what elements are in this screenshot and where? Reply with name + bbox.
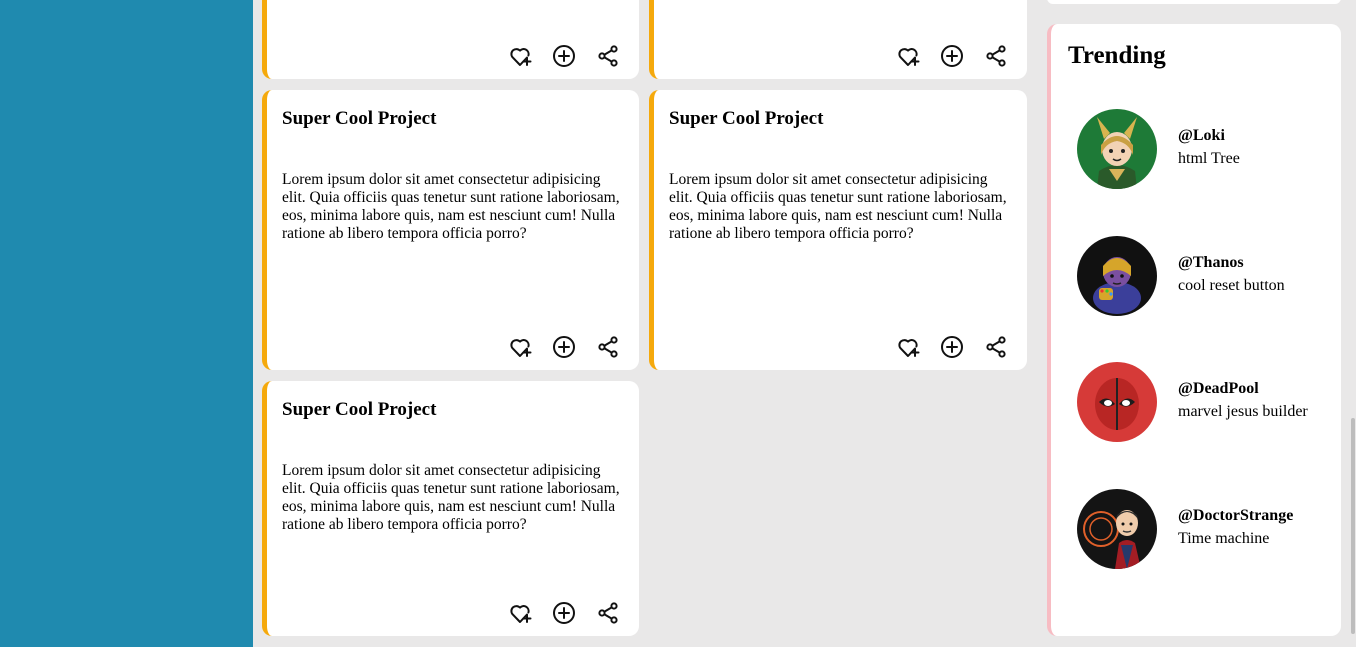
thanos-avatar-icon xyxy=(1077,236,1157,316)
card-actions xyxy=(896,335,1008,359)
like-button[interactable] xyxy=(508,335,532,359)
heart-plus-icon xyxy=(898,339,920,357)
card-description: Lorem ipsum dolor sit amet consectetur a… xyxy=(282,462,620,533)
share-button[interactable] xyxy=(596,44,620,68)
trending-title: Trending xyxy=(1068,42,1166,69)
avatar xyxy=(1077,109,1157,189)
add-circle-icon xyxy=(553,336,575,358)
share-button[interactable] xyxy=(984,335,1008,359)
avatar xyxy=(1077,489,1157,569)
heart-plus-icon xyxy=(510,605,532,623)
trending-handle: @Loki xyxy=(1178,127,1225,144)
share-icon xyxy=(986,336,1006,358)
share-icon xyxy=(598,45,618,67)
sidebar xyxy=(0,0,253,647)
trending-project: Time machine xyxy=(1178,530,1270,547)
share-icon xyxy=(598,602,618,624)
share-button[interactable] xyxy=(596,335,620,359)
loki-avatar-icon xyxy=(1077,109,1157,189)
avatar xyxy=(1077,236,1157,316)
like-button[interactable] xyxy=(896,335,920,359)
share-button[interactable] xyxy=(984,44,1008,68)
trending-project: cool reset button xyxy=(1178,277,1285,294)
heart-plus-icon xyxy=(898,48,920,66)
trending-panel: Trending @Loki html Tree @Thanos cool re… xyxy=(1047,24,1341,636)
card-actions xyxy=(896,44,1008,68)
share-icon xyxy=(986,45,1006,67)
add-button[interactable] xyxy=(552,601,576,625)
trending-handle: @Thanos xyxy=(1178,254,1244,271)
add-circle-icon xyxy=(941,336,963,358)
trending-item-deadpool[interactable]: @DeadPool marvel jesus builder xyxy=(1077,362,1337,442)
trending-handle: @DoctorStrange xyxy=(1178,507,1294,524)
page-scrollbar[interactable] xyxy=(1350,0,1356,647)
add-circle-icon xyxy=(553,45,575,67)
card-actions xyxy=(508,335,620,359)
trending-handle: @DeadPool xyxy=(1178,380,1259,397)
trending-project: marvel jesus builder xyxy=(1178,403,1308,420)
heart-plus-icon xyxy=(510,48,532,66)
doctorstrange-avatar-icon xyxy=(1077,489,1157,569)
card-title: Super Cool Project xyxy=(669,108,824,129)
project-card: Super Cool Project Lorem ipsum dolor sit… xyxy=(262,381,639,636)
card-actions xyxy=(508,601,620,625)
trending-project: html Tree xyxy=(1178,150,1240,167)
like-button[interactable] xyxy=(508,44,532,68)
scrollbar-thumb[interactable] xyxy=(1351,418,1355,634)
trending-item-loki[interactable]: @Loki html Tree xyxy=(1077,109,1337,189)
deadpool-avatar-icon xyxy=(1077,362,1157,442)
project-card: Super Cool Project Lorem ipsum dolor sit… xyxy=(262,90,639,370)
add-circle-icon xyxy=(941,45,963,67)
heart-plus-icon xyxy=(510,339,532,357)
add-button[interactable] xyxy=(552,44,576,68)
project-card xyxy=(649,0,1027,79)
card-description: Lorem ipsum dolor sit amet consectetur a… xyxy=(282,171,620,242)
trending-item-thanos[interactable]: @Thanos cool reset button xyxy=(1077,236,1337,316)
add-button[interactable] xyxy=(940,335,964,359)
add-button[interactable] xyxy=(940,44,964,68)
add-circle-icon xyxy=(553,602,575,624)
like-button[interactable] xyxy=(508,601,532,625)
like-button[interactable] xyxy=(896,44,920,68)
card-title: Super Cool Project xyxy=(282,108,437,129)
share-button[interactable] xyxy=(596,601,620,625)
avatar xyxy=(1077,362,1157,442)
announcement-panel xyxy=(1047,0,1341,4)
project-card xyxy=(262,0,639,79)
card-title: Super Cool Project xyxy=(282,399,437,420)
trending-item-doctorstrange[interactable]: @DoctorStrange Time machine xyxy=(1077,489,1337,569)
add-button[interactable] xyxy=(552,335,576,359)
share-icon xyxy=(598,336,618,358)
card-actions xyxy=(508,44,620,68)
project-card: Super Cool Project Lorem ipsum dolor sit… xyxy=(649,90,1027,370)
card-description: Lorem ipsum dolor sit amet consectetur a… xyxy=(669,171,1007,242)
